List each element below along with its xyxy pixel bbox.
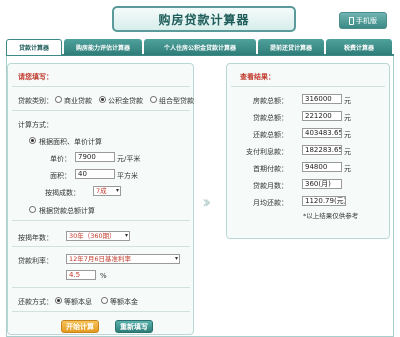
chevron-down-icon: ▾ xyxy=(115,187,119,194)
disclaimer-note: *以上结果仅供参考 xyxy=(303,212,359,220)
divider xyxy=(12,287,190,288)
result-unit: 元 xyxy=(344,97,351,105)
method-area-radio[interactable] xyxy=(29,137,36,144)
unit-price-input[interactable]: 7900 xyxy=(75,152,115,162)
reset-button[interactable]: 重新填写 xyxy=(115,320,153,333)
result-unit: 元 xyxy=(344,131,351,139)
result-label: 贷款总额： xyxy=(253,114,288,122)
result-label: 房款总额： xyxy=(253,97,288,105)
divider xyxy=(12,86,190,87)
tab-affordability[interactable]: 购房能力评估计算器 xyxy=(64,39,142,55)
chevron-down-icon: ▾ xyxy=(124,232,128,239)
phone-icon xyxy=(349,16,354,25)
years-select[interactable]: 30年（360期） ▾ xyxy=(66,231,130,241)
years-value: 30年（360期） xyxy=(69,232,116,240)
rate-select[interactable]: 12年7月6日基准利率 ▾ xyxy=(66,254,180,264)
chevron-right-icon: ›› xyxy=(202,192,212,213)
loan-type-fund-radio[interactable] xyxy=(99,96,106,103)
repay-equal-installment-label: 等额本息 xyxy=(64,298,92,306)
result-label: 贷款月数： xyxy=(253,182,288,190)
result-unit: 元 xyxy=(344,165,351,173)
start-calc-button[interactable]: 开始计算 xyxy=(61,320,99,333)
repay-equal-principal-radio[interactable] xyxy=(101,297,108,304)
ratio-select[interactable]: 7成 ▾ xyxy=(93,186,121,196)
unit-price-unit: 元/平米 xyxy=(117,155,141,163)
result-label: 支付利息款： xyxy=(246,148,288,156)
result-unit: 元 xyxy=(344,148,351,156)
divider xyxy=(231,86,385,87)
calc-method-label: 计算方式： xyxy=(18,121,53,129)
loan-type-commercial-radio[interactable] xyxy=(55,96,62,103)
rate-input[interactable]: 4.5 xyxy=(66,270,96,280)
tab-prepayment[interactable]: 提前还贷计算器 xyxy=(258,39,324,55)
method-area-label: 根据面积、单价计算 xyxy=(39,138,102,146)
result-value: 360(月) xyxy=(302,179,342,189)
area-label: 面积： xyxy=(50,172,71,180)
calculator-tabs: 贷款计算器 购房能力评估计算器 个人住房公积金贷款计算器 提前还贷计算器 税费计… xyxy=(6,39,394,56)
repay-label: 还款方式： xyxy=(18,298,53,306)
unit-price-label: 单价： xyxy=(50,155,71,163)
result-label: 月均还款： xyxy=(253,199,288,207)
loan-type-combo-label: 组合型贷款 xyxy=(159,97,194,105)
divider xyxy=(12,110,190,111)
rate-unit: % xyxy=(100,272,107,280)
loan-type-fund-label: 公积金贷款 xyxy=(108,97,143,105)
rate-select-value: 12年7月6日基准利率 xyxy=(69,255,132,263)
results-section-title: 查看结果： xyxy=(240,73,275,81)
loan-type-combo-radio[interactable] xyxy=(150,96,157,103)
loan-type-commercial-label: 商业贷款 xyxy=(64,97,92,105)
loan-type-label: 贷款类别： xyxy=(18,97,53,105)
result-value: 94800 xyxy=(302,162,342,172)
method-total-radio[interactable] xyxy=(29,206,36,213)
result-unit: 元 xyxy=(344,114,351,122)
tab-tax[interactable]: 税费计算器 xyxy=(326,39,392,55)
result-value: 1120.79(元) xyxy=(302,196,346,206)
divider xyxy=(12,246,190,247)
area-unit: 平方米 xyxy=(117,172,138,180)
ratio-label: 按揭成数： xyxy=(45,189,80,197)
divider xyxy=(12,311,190,312)
result-value: 221200 xyxy=(302,111,342,121)
result-label: 首期付款： xyxy=(253,165,288,173)
result-value: 403483.65 xyxy=(302,128,342,138)
tab-loan-calculator[interactable]: 贷款计算器 xyxy=(6,39,62,55)
area-input[interactable]: 40 xyxy=(75,169,115,179)
rate-label: 贷款利率： xyxy=(18,257,53,265)
result-value: 182283.65 xyxy=(302,145,342,155)
tab-provident-fund[interactable]: 个人住房公积金贷款计算器 xyxy=(144,39,256,55)
result-value: 316000 xyxy=(302,94,342,104)
years-label: 按揭年数： xyxy=(18,234,53,242)
result-label: 还款总额： xyxy=(253,131,288,139)
divider xyxy=(12,220,190,221)
ratio-value: 7成 xyxy=(96,187,107,195)
input-section-title: 请您填写： xyxy=(18,73,53,81)
chevron-down-icon: ▾ xyxy=(174,255,178,262)
repay-equal-installment-radio[interactable] xyxy=(55,297,62,304)
repay-equal-principal-label: 等额本金 xyxy=(110,298,138,306)
page-title: 购房贷款计算器 xyxy=(112,6,296,32)
method-total-label: 根据贷款总额计算 xyxy=(39,207,95,215)
mobile-version-button[interactable]: 手机版 xyxy=(339,12,387,29)
mobile-version-label: 手机版 xyxy=(356,16,377,25)
